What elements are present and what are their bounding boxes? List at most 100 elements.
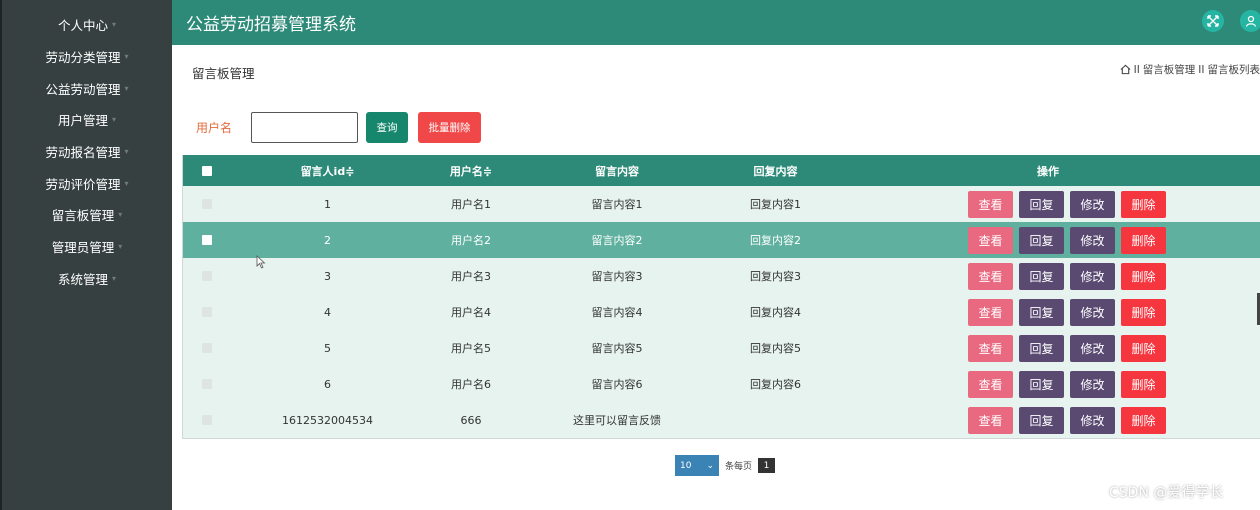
delete-button[interactable]: 删除 [1121, 334, 1166, 362]
cell-reply: 回复内容2 [750, 234, 801, 247]
message-table: 留言人id≑ 用户名≑ 留言内容 回复内容 操作 1 用户名1 留言内容1 回复内容1… [182, 155, 1260, 439]
cell-username: 666 [460, 413, 482, 427]
top-header: 公益劳动招募管理系统 [172, 0, 1260, 45]
batch-delete-button[interactable]: 批量删除 [418, 111, 481, 143]
cell-username: 用户名3 [451, 270, 491, 283]
cell-reply: 回复内容4 [750, 306, 801, 319]
row-checkbox[interactable] [183, 199, 231, 209]
column-header-id[interactable]: 留言人id≑ [231, 163, 424, 179]
query-button[interactable]: 查询 [366, 111, 408, 143]
caret-icon: ▾ [124, 83, 129, 93]
row-checkbox[interactable] [183, 379, 231, 389]
table-row[interactable]: 1612532004534 666 这里可以留言反馈 查看 回复 修改 删除 [183, 402, 1260, 438]
reply-button[interactable]: 回复 [1019, 334, 1064, 362]
page-title: 留言板管理 [192, 66, 255, 81]
reply-button[interactable]: 回复 [1019, 406, 1064, 434]
table-row[interactable]: 6 用户名6 留言内容6 回复内容6 查看 回复 修改 删除 [183, 366, 1260, 402]
checkbox-icon [202, 165, 212, 176]
table-row[interactable]: 1 用户名1 留言内容1 回复内容1 查看 回复 修改 删除 [183, 186, 1260, 222]
table-row[interactable]: 4 用户名4 留言内容4 回复内容4 查看 回复 修改 删除 [183, 294, 1260, 330]
expand-icon[interactable] [1202, 10, 1224, 32]
row-checkbox[interactable] [183, 271, 231, 281]
home-icon[interactable] [1120, 64, 1131, 75]
sidebar-item-labor-signup[interactable]: 劳动报名管理 ▾ [2, 136, 172, 168]
reply-button[interactable]: 回复 [1019, 298, 1064, 326]
table-header: 留言人id≑ 用户名≑ 留言内容 回复内容 操作 [183, 155, 1260, 186]
breadcrumb-separator: II [1133, 63, 1140, 76]
cell-reply: 回复内容6 [750, 378, 801, 391]
breadcrumb-separator: II [1198, 63, 1205, 76]
row-checkbox[interactable] [183, 415, 231, 425]
sidebar-item-message-board[interactable]: 留言板管理 ▾ [2, 199, 172, 231]
view-button[interactable]: 查看 [968, 226, 1013, 254]
edit-button[interactable]: 修改 [1070, 370, 1115, 398]
search-bar: 用户名 查询 批量删除 [196, 111, 481, 143]
edit-button[interactable]: 修改 [1070, 334, 1115, 362]
caret-icon: ▾ [124, 52, 129, 62]
delete-button[interactable]: 删除 [1121, 262, 1166, 290]
user-icon[interactable] [1240, 10, 1260, 32]
caret-icon: ▾ [112, 20, 117, 30]
page-number-current[interactable]: 1 [758, 458, 776, 473]
reply-button[interactable]: 回复 [1019, 190, 1064, 218]
cell-id: 4 [324, 305, 331, 319]
delete-button[interactable]: 删除 [1121, 226, 1166, 254]
cell-username: 用户名6 [451, 378, 491, 391]
reply-button[interactable]: 回复 [1019, 370, 1064, 398]
view-button[interactable]: 查看 [968, 262, 1013, 290]
delete-button[interactable]: 删除 [1121, 370, 1166, 398]
view-button[interactable]: 查看 [968, 190, 1013, 218]
cell-actions: 查看 回复 修改 删除 [835, 298, 1260, 326]
edit-button[interactable]: 修改 [1070, 226, 1115, 254]
cell-content: 留言内容3 [591, 270, 643, 283]
table-body: 1 用户名1 留言内容1 回复内容1 查看 回复 修改 删除 2 用户名2 留言内容2 回复内容2 查看… [183, 186, 1260, 438]
reply-button[interactable]: 回复 [1019, 226, 1064, 254]
checkbox-icon [202, 271, 212, 281]
cell-actions: 查看 回复 修改 删除 [835, 262, 1260, 290]
cell-username: 用户名5 [451, 342, 491, 355]
sidebar-item-system[interactable]: 系统管理 ▾ [2, 263, 172, 295]
table-row[interactable]: 2 用户名2 留言内容2 回复内容2 查看 回复 修改 删除 [183, 222, 1260, 258]
table-row[interactable]: 5 用户名5 留言内容5 回复内容5 查看 回复 修改 删除 [183, 330, 1260, 366]
cell-username: 用户名4 [451, 306, 491, 319]
page-size-select[interactable]: 10 ⌄ [675, 455, 719, 476]
edit-button[interactable]: 修改 [1070, 190, 1115, 218]
row-checkbox[interactable] [183, 343, 231, 353]
sidebar: 个人中心 ▾ 劳动分类管理 ▾ 公益劳动管理 ▾ 用户管理 ▾ 劳动报名管理 ▾ 劳动评价… [0, 0, 172, 510]
view-button[interactable]: 查看 [968, 334, 1013, 362]
sidebar-item-public-labor[interactable]: 公益劳动管理 ▾ [2, 72, 172, 104]
row-checkbox[interactable] [183, 307, 231, 317]
edit-button[interactable]: 修改 [1070, 262, 1115, 290]
table-row[interactable]: 3 用户名3 留言内容3 回复内容3 查看 回复 修改 删除 [183, 258, 1260, 294]
column-header-username[interactable]: 用户名≑ [424, 163, 518, 179]
sidebar-item-labor-review[interactable]: 劳动评价管理 ▾ [2, 167, 172, 199]
cell-content: 留言内容1 [591, 198, 643, 211]
reply-button[interactable]: 回复 [1019, 262, 1064, 290]
view-button[interactable]: 查看 [968, 406, 1013, 434]
edit-button[interactable]: 修改 [1070, 298, 1115, 326]
row-checkbox[interactable] [183, 235, 231, 245]
edit-button[interactable]: 修改 [1070, 406, 1115, 434]
app-title: 公益劳动招募管理系统 [186, 15, 356, 35]
cell-reply: 回复内容1 [750, 198, 801, 211]
breadcrumb-item[interactable]: 留言板管理 [1143, 62, 1196, 77]
sidebar-item-users[interactable]: 用户管理 ▾ [2, 104, 172, 136]
cell-id: 6 [324, 377, 331, 391]
view-button[interactable]: 查看 [968, 370, 1013, 398]
cell-username: 用户名2 [451, 234, 491, 247]
cell-content: 留言内容4 [591, 306, 643, 319]
checkbox-icon [202, 199, 212, 209]
delete-button[interactable]: 删除 [1121, 298, 1166, 326]
sidebar-item-admins[interactable]: 管理员管理 ▾ [2, 231, 172, 263]
select-all-checkbox[interactable] [183, 165, 231, 176]
caret-icon: ▾ [118, 242, 123, 252]
delete-button[interactable]: 删除 [1121, 406, 1166, 434]
username-search-input[interactable] [251, 111, 358, 143]
view-button[interactable]: 查看 [968, 298, 1013, 326]
sidebar-item-personal-center[interactable]: 个人中心 ▾ [2, 9, 172, 41]
pagination: 10 ⌄ 条每页 1 [675, 455, 776, 476]
cell-content: 留言内容5 [591, 342, 643, 355]
sidebar-item-labor-category[interactable]: 劳动分类管理 ▾ [2, 41, 172, 73]
cell-content: 留言内容6 [591, 378, 643, 391]
delete-button[interactable]: 删除 [1121, 190, 1166, 218]
